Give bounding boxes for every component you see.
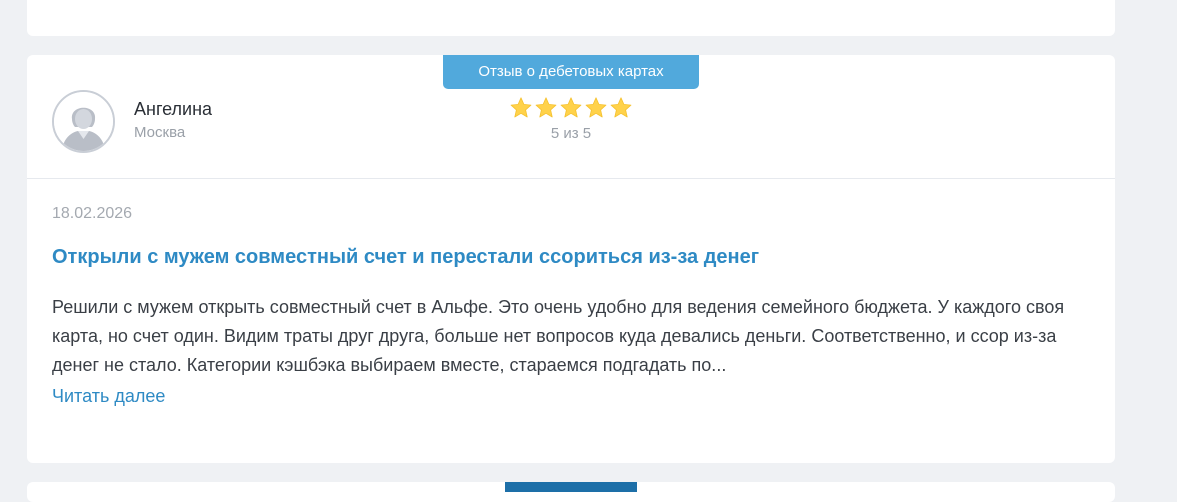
author-name: Ангелина xyxy=(134,99,213,119)
star-icon xyxy=(510,97,532,118)
review-text: Решили с мужем открыть совместный счет в… xyxy=(52,297,1065,375)
next-review-badge[interactable] xyxy=(505,482,637,492)
rating-stars xyxy=(509,96,633,120)
star-icon xyxy=(560,97,582,118)
rating-text: 5 из 5 xyxy=(550,125,592,142)
author-city: Москва xyxy=(134,124,186,141)
read-more-link[interactable]: Читать далее xyxy=(52,386,165,407)
star-icon xyxy=(610,97,632,118)
review-title[interactable]: Открыли с мужем совместный счет и перест… xyxy=(52,246,759,269)
review-date: 18.02.2026 xyxy=(52,205,133,222)
star-icon xyxy=(585,97,607,118)
star-icon xyxy=(535,97,557,118)
card-divider xyxy=(27,178,1115,179)
previous-review-card xyxy=(27,0,1115,36)
author-avatar xyxy=(52,90,115,153)
user-silhouette-icon xyxy=(54,92,113,151)
review-category-badge[interactable]: Отзыв о дебетовых картах xyxy=(443,55,699,89)
